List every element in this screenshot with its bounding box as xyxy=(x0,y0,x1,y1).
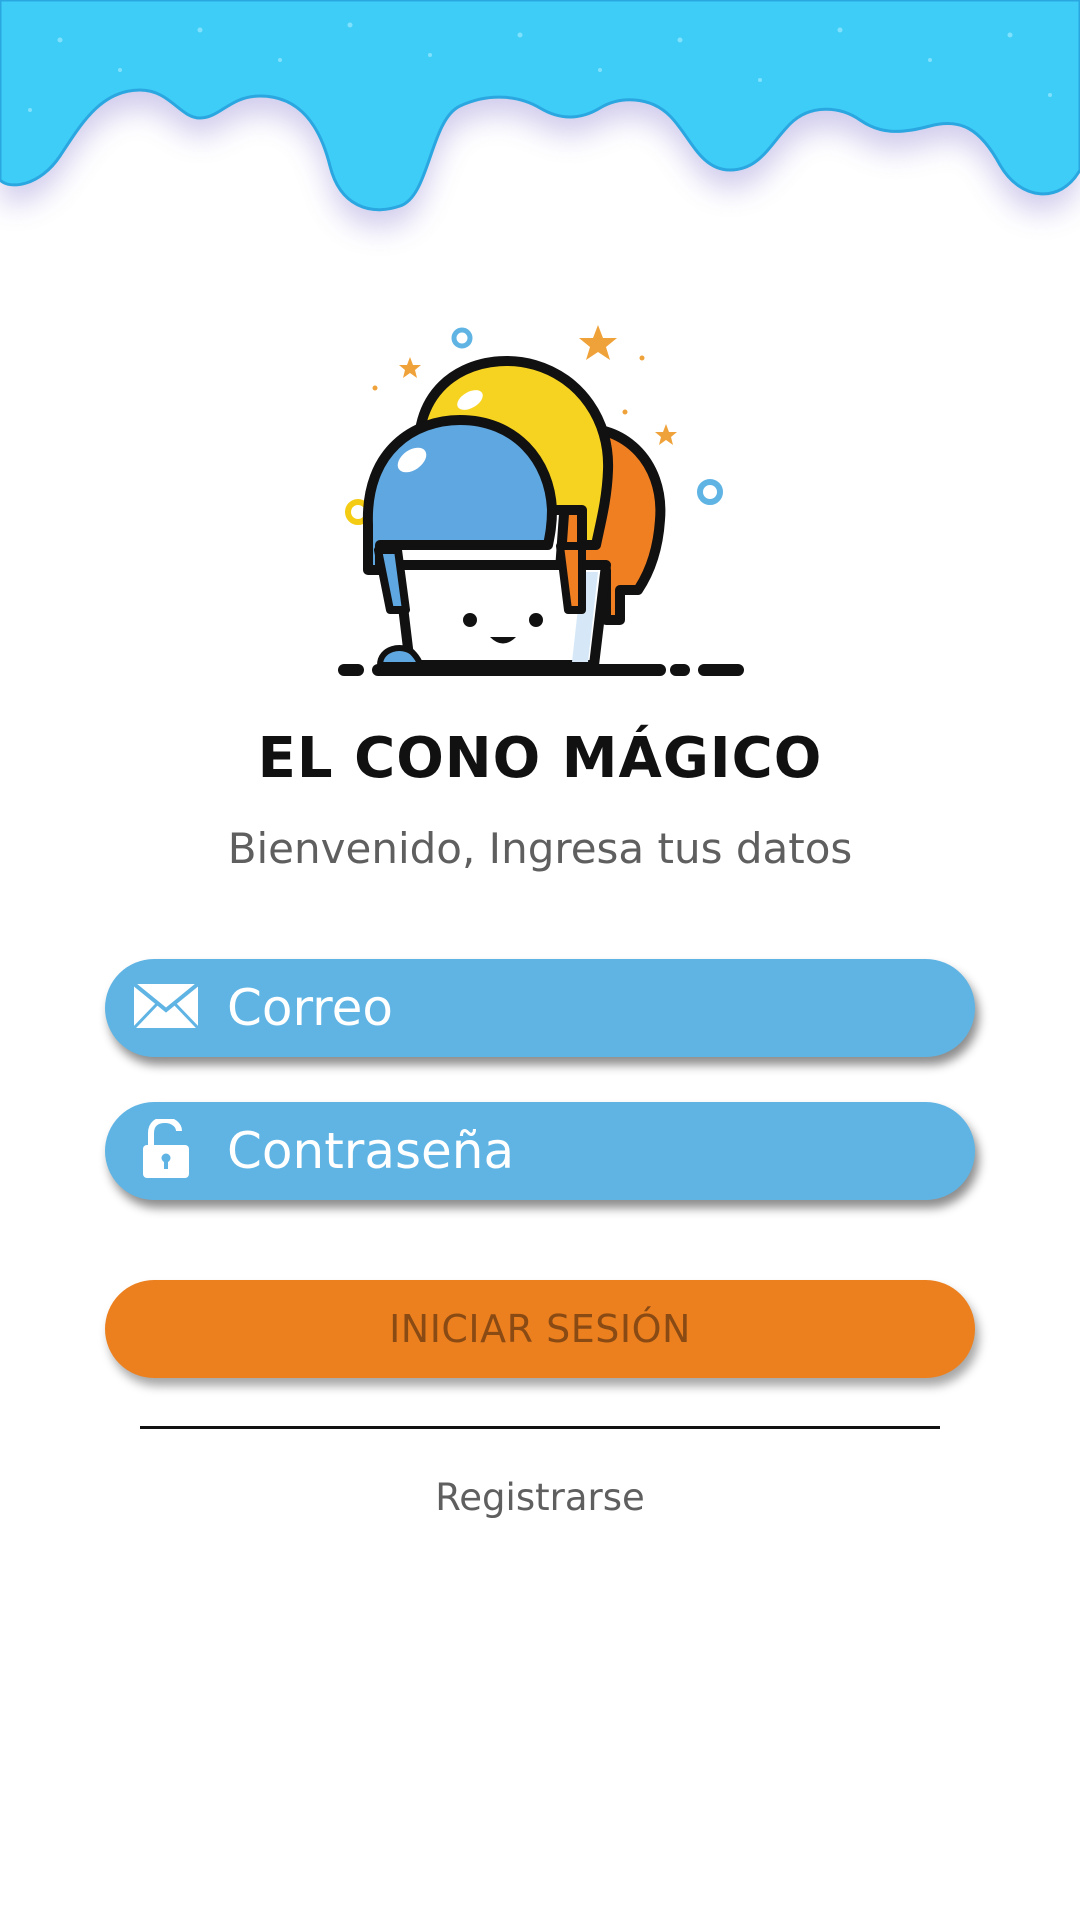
password-input[interactable] xyxy=(227,1102,947,1200)
unlocked-padlock-icon xyxy=(141,1116,191,1183)
email-input[interactable] xyxy=(227,959,947,1057)
star-icon xyxy=(655,424,677,445)
star-icon xyxy=(399,357,421,378)
decoration-ring-icon xyxy=(451,327,473,349)
login-button[interactable]: INICIAR SESIÓN xyxy=(105,1280,975,1378)
ice-cream-bucket-logo xyxy=(338,325,744,676)
welcome-message: Bienvenido, Ingresa tus datos xyxy=(227,824,853,873)
header-drip-decoration xyxy=(0,0,1080,228)
email-field-container[interactable] xyxy=(105,959,975,1057)
register-link[interactable]: Registrarse xyxy=(0,1476,1080,1519)
star-icon xyxy=(579,325,617,360)
envelope-icon xyxy=(132,982,200,1033)
divider xyxy=(140,1426,940,1429)
brand-name: EL CONO MÁGICO xyxy=(257,726,823,791)
decoration-ring-icon xyxy=(697,479,723,505)
password-field-container[interactable] xyxy=(105,1102,975,1200)
